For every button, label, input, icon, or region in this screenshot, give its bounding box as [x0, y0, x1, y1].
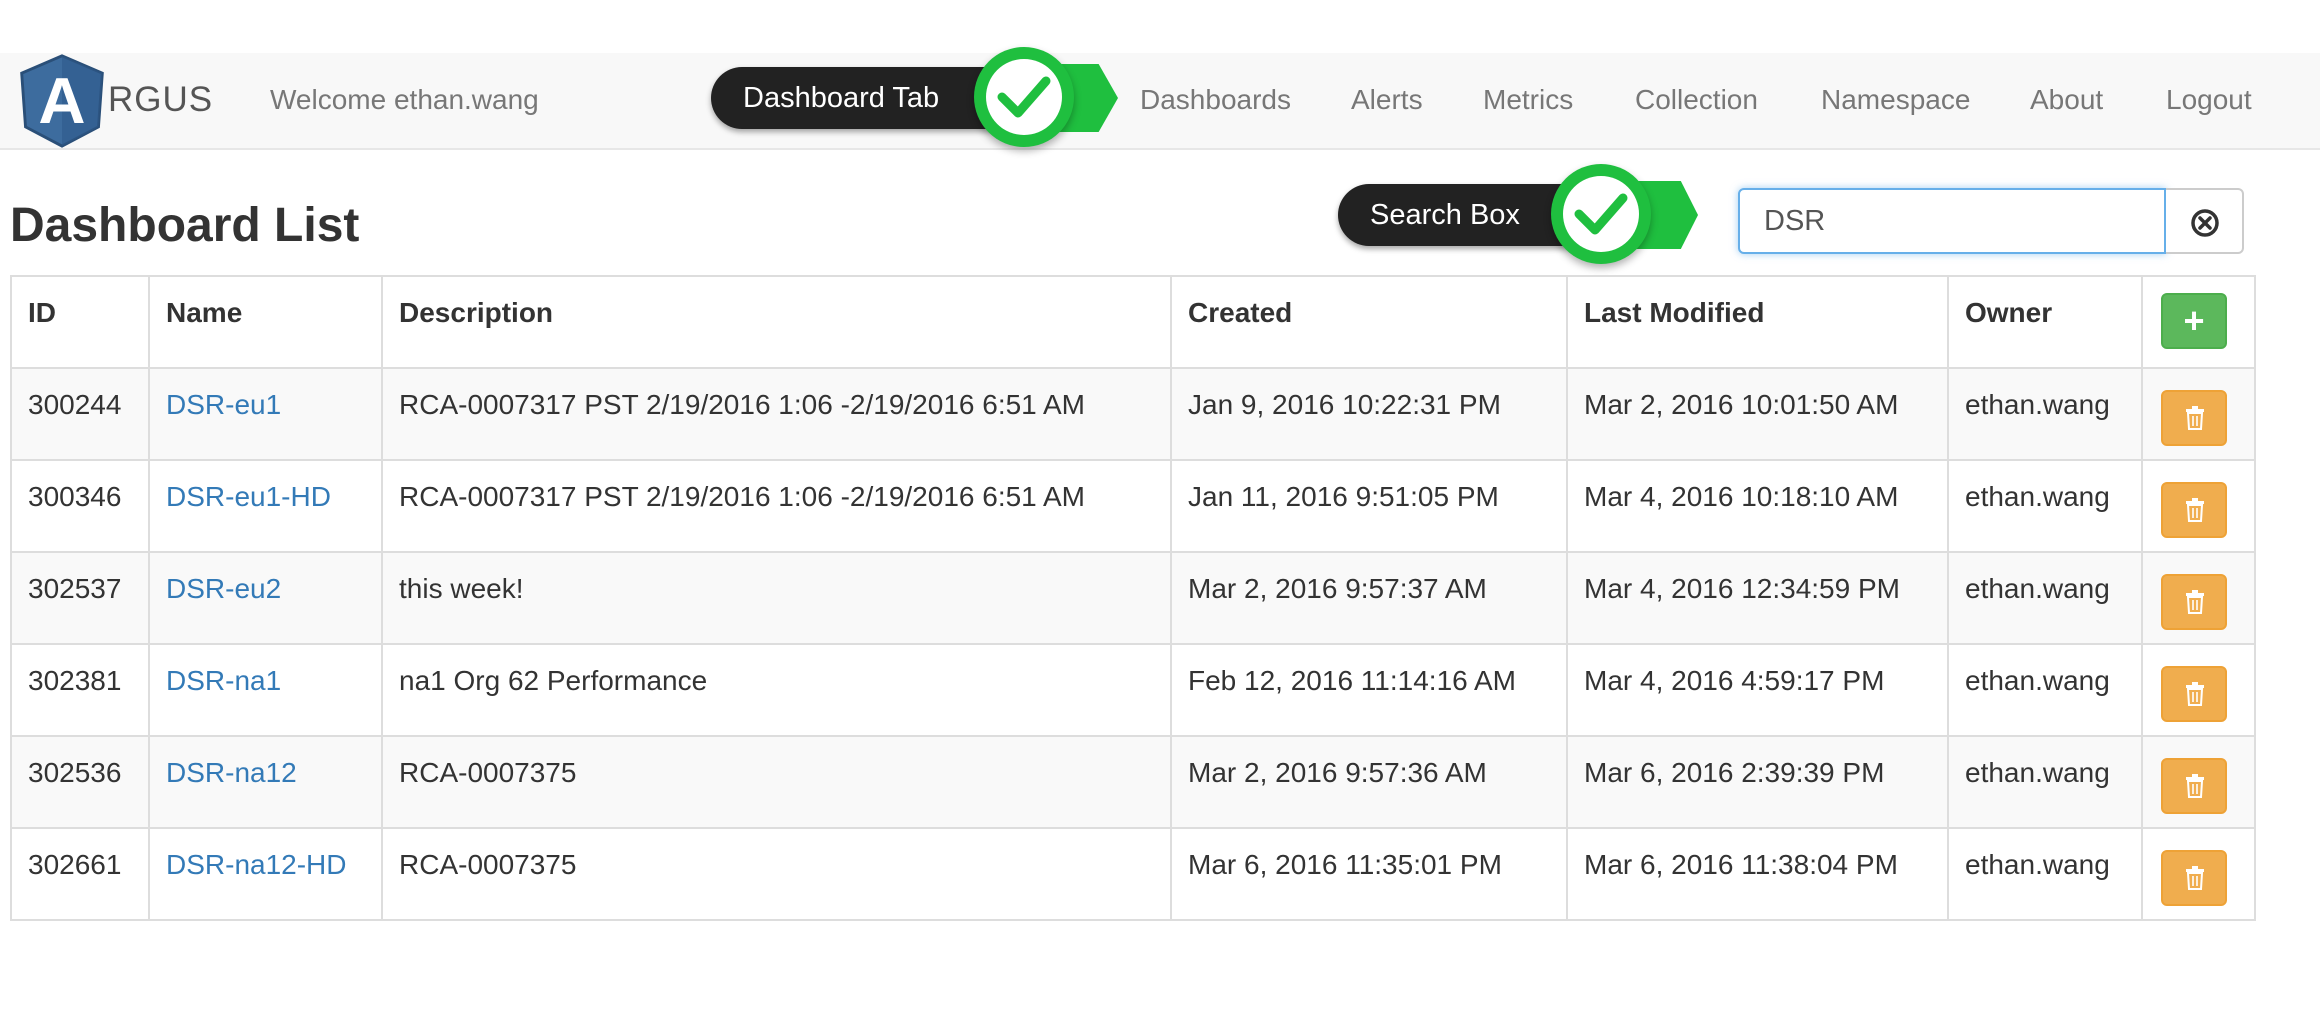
table-row: 302537 DSR-eu2 this week! Mar 2, 2016 9:…	[10, 551, 2256, 645]
nav-dashboards[interactable]: Dashboards	[1140, 84, 1291, 116]
trash-icon	[2186, 406, 2204, 430]
dashboard-link[interactable]: DSR-eu1	[166, 389, 281, 420]
trash-icon	[2186, 774, 2204, 798]
delete-button[interactable]	[2161, 482, 2227, 538]
cell-id: 302381	[10, 643, 150, 737]
cell-id: 302661	[10, 827, 150, 921]
col-header-name[interactable]: Name	[148, 275, 383, 369]
cell-created: Jan 9, 2016 10:22:31 PM	[1170, 367, 1568, 461]
nav-logout[interactable]: Logout	[2166, 84, 2252, 116]
cell-last-modified: Mar 4, 2016 12:34:59 PM	[1566, 551, 1949, 645]
cell-id: 300244	[10, 367, 150, 461]
col-header-owner[interactable]: Owner	[1947, 275, 2143, 369]
dashboard-link[interactable]: DSR-na1	[166, 665, 281, 696]
cell-description: RCA-0007317 PST 2/19/2016 1:06 -2/19/201…	[381, 459, 1172, 553]
cell-actions	[2141, 735, 2256, 829]
cell-owner: ethan.wang	[1947, 367, 2143, 461]
check-icon	[1551, 164, 1651, 264]
col-header-created[interactable]: Created	[1170, 275, 1568, 369]
delete-button[interactable]	[2161, 390, 2227, 446]
cell-description: RCA-0007317 PST 2/19/2016 1:06 -2/19/201…	[381, 367, 1172, 461]
cell-actions	[2141, 827, 2256, 921]
cell-actions	[2141, 459, 2256, 553]
table-row: 302381 DSR-na1 na1 Org 62 Performance Fe…	[10, 643, 2256, 737]
col-header-actions: +	[2141, 275, 2256, 369]
col-header-last-modified[interactable]: Last Modified	[1566, 275, 1949, 369]
table-header-row: ID Name Description Created Last Modifie…	[10, 275, 2256, 369]
delete-button[interactable]	[2161, 666, 2227, 722]
cell-owner: ethan.wang	[1947, 551, 2143, 645]
cell-owner: ethan.wang	[1947, 735, 2143, 829]
cell-owner: ethan.wang	[1947, 827, 2143, 921]
logo-letter: A	[38, 64, 85, 137]
cell-description: RCA-0007375	[381, 827, 1172, 921]
cell-actions	[2141, 551, 2256, 645]
welcome-text: Welcome ethan.wang	[270, 84, 539, 115]
dashboard-table: ID Name Description Created Last Modifie…	[10, 275, 2256, 921]
cell-name: DSR-na12-HD	[148, 827, 383, 921]
page-title: Dashboard List	[10, 199, 360, 252]
cell-last-modified: Mar 4, 2016 10:18:10 AM	[1566, 459, 1949, 553]
clear-search-button[interactable]	[2166, 188, 2244, 254]
check-icon	[974, 47, 1074, 147]
nav-metrics[interactable]: Metrics	[1483, 84, 1573, 116]
nav-collection[interactable]: Collection	[1635, 84, 1758, 116]
cell-id: 302536	[10, 735, 150, 829]
delete-button[interactable]	[2161, 850, 2227, 906]
cell-description: RCA-0007375	[381, 735, 1172, 829]
nav-about[interactable]: About	[2030, 84, 2103, 116]
trash-icon	[2186, 866, 2204, 890]
cell-last-modified: Mar 4, 2016 4:59:17 PM	[1566, 643, 1949, 737]
cell-last-modified: Mar 6, 2016 11:38:04 PM	[1566, 827, 1949, 921]
table-row: 300244 DSR-eu1 RCA-0007317 PST 2/19/2016…	[10, 367, 2256, 461]
delete-button[interactable]	[2161, 758, 2227, 814]
dashboard-link[interactable]: DSR-eu1-HD	[166, 481, 331, 512]
cell-id: 300346	[10, 459, 150, 553]
nav-alerts[interactable]: Alerts	[1351, 84, 1423, 116]
search-input[interactable]	[1738, 188, 2166, 254]
cell-id: 302537	[10, 551, 150, 645]
col-header-description[interactable]: Description	[381, 275, 1172, 369]
dashboard-link[interactable]: DSR-na12-HD	[166, 849, 347, 880]
table-row: 300346 DSR-eu1-HD RCA-0007317 PST 2/19/2…	[10, 459, 2256, 553]
cell-description: this week!	[381, 551, 1172, 645]
nav-namespace[interactable]: Namespace	[1821, 84, 1970, 116]
table-row: 302536 DSR-na12 RCA-0007375 Mar 2, 2016 …	[10, 735, 2256, 829]
delete-button[interactable]	[2161, 574, 2227, 630]
cell-created: Mar 6, 2016 11:35:01 PM	[1170, 827, 1568, 921]
cell-name: DSR-eu2	[148, 551, 383, 645]
cell-name: DSR-eu1-HD	[148, 459, 383, 553]
cell-created: Mar 2, 2016 9:57:37 AM	[1170, 551, 1568, 645]
clear-circle-icon	[2191, 209, 2219, 237]
trash-icon	[2186, 498, 2204, 522]
cell-last-modified: Mar 2, 2016 10:01:50 AM	[1566, 367, 1949, 461]
cell-owner: ethan.wang	[1947, 459, 2143, 553]
cell-owner: ethan.wang	[1947, 643, 2143, 737]
argus-logo-icon[interactable]: A	[14, 52, 110, 148]
cell-created: Mar 2, 2016 9:57:36 AM	[1170, 735, 1568, 829]
table-row: 302661 DSR-na12-HD RCA-0007375 Mar 6, 20…	[10, 827, 2256, 921]
col-header-id[interactable]: ID	[10, 275, 150, 369]
brand-name[interactable]: RGUS	[108, 80, 213, 120]
dashboard-link[interactable]: DSR-eu2	[166, 573, 281, 604]
cell-name: DSR-na1	[148, 643, 383, 737]
cell-description: na1 Org 62 Performance	[381, 643, 1172, 737]
cell-last-modified: Mar 6, 2016 2:39:39 PM	[1566, 735, 1949, 829]
cell-actions	[2141, 643, 2256, 737]
trash-icon	[2186, 590, 2204, 614]
dashboard-link[interactable]: DSR-na12	[166, 757, 297, 788]
trash-icon	[2186, 682, 2204, 706]
cell-created: Feb 12, 2016 11:14:16 AM	[1170, 643, 1568, 737]
cell-created: Jan 11, 2016 9:51:05 PM	[1170, 459, 1568, 553]
add-dashboard-button[interactable]: +	[2161, 293, 2227, 349]
cell-name: DSR-na12	[148, 735, 383, 829]
cell-name: DSR-eu1	[148, 367, 383, 461]
cell-actions	[2141, 367, 2256, 461]
